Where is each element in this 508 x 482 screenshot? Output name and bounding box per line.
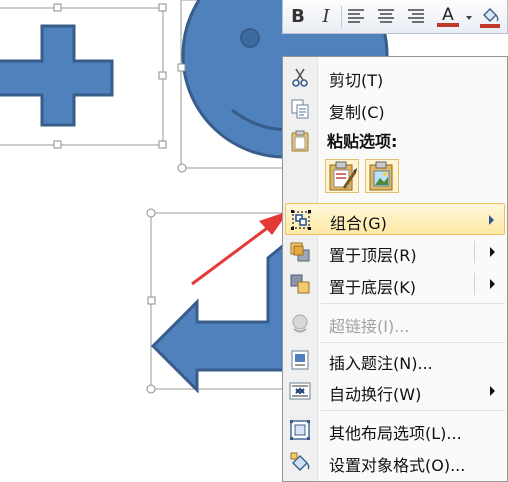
- paste-as-picture-button[interactable]: [365, 159, 399, 193]
- menu-item-cut[interactable]: 剪切(T): [285, 61, 505, 93]
- toolbar-separator: [341, 6, 342, 28]
- menu-item-copy[interactable]: 复制(C): [285, 93, 505, 125]
- align-right-icon[interactable]: [405, 5, 427, 29]
- menu-item-hyperlink-label: 超链接(I)...: [329, 317, 410, 336]
- menu-item-format-object[interactable]: 设置对象格式(O)...: [285, 446, 505, 478]
- menu-item-group-label: 组合(G): [330, 214, 387, 233]
- italic-button[interactable]: I: [315, 5, 337, 29]
- submenu-arrow-icon[interactable]: [490, 279, 495, 289]
- menu-item-more-layout-options[interactable]: 其他布局选项(L)...: [285, 414, 505, 446]
- menu-separator: [321, 303, 505, 304]
- fill-bucket-icon[interactable]: [479, 5, 501, 29]
- paste-options-header: 粘贴选项:: [327, 132, 398, 151]
- bold-button[interactable]: B: [287, 5, 309, 29]
- format-object-icon: [289, 451, 311, 473]
- cross-shape-selection[interactable]: [0, 3, 167, 149]
- menu-item-send-to-back[interactable]: 置于底层(K): [285, 268, 505, 300]
- submenu-arrow-icon: [489, 215, 494, 225]
- font-color-letter: A: [442, 5, 454, 25]
- submenu-arrow-icon: [490, 386, 495, 396]
- wrap-text-icon: [289, 380, 311, 402]
- copy-icon: [289, 98, 311, 120]
- scissors-icon: [289, 66, 311, 88]
- submenu-split-divider: [474, 273, 475, 295]
- align-left-icon[interactable]: [345, 5, 367, 29]
- submenu-arrow-icon[interactable]: [490, 247, 495, 257]
- menu-item-bring-to-front-label: 置于顶层(R): [329, 246, 417, 265]
- menu-item-cut-label: 剪切(T): [329, 71, 384, 90]
- submenu-split-divider: [474, 241, 475, 263]
- send-to-back-icon: [289, 273, 311, 295]
- paste-keep-formatting-button[interactable]: [325, 159, 359, 193]
- align-center-icon[interactable]: [375, 5, 397, 29]
- menu-separator: [321, 410, 505, 411]
- menu-item-group[interactable]: 组合(G): [285, 203, 505, 235]
- menu-item-insert-caption[interactable]: 插入题注(N)...: [285, 344, 505, 376]
- arrow-shape-selection[interactable]: [146, 208, 302, 394]
- menu-item-more-layout-options-label: 其他布局选项(L)...: [329, 424, 462, 443]
- font-color-icon[interactable]: A: [437, 5, 459, 29]
- menu-item-insert-caption-label: 插入题注(N)...: [329, 354, 433, 373]
- group-objects-icon: [290, 209, 312, 231]
- paste-options-icon: [289, 130, 311, 152]
- cross-shape[interactable]: [0, 24, 114, 127]
- menu-separator: [321, 342, 505, 343]
- bent-arrow-shape[interactable]: [150, 237, 300, 394]
- bring-to-front-icon: [289, 241, 311, 263]
- hyperlink-icon: [289, 312, 311, 334]
- menu-item-format-object-label: 设置对象格式(O)...: [329, 456, 466, 475]
- menu-item-send-to-back-label: 置于底层(K): [329, 278, 416, 297]
- insert-caption-icon: [289, 349, 311, 371]
- menu-item-wrap-text-label: 自动换行(W): [329, 385, 422, 404]
- layout-options-icon: [289, 419, 311, 441]
- mini-toolbar: B I A: [282, 0, 508, 34]
- context-menu: 剪切(T) 复制(C) 粘贴选项: 组合(G) 置于顶层(R) 置于底层(K) …: [282, 56, 508, 482]
- menu-item-wrap-text[interactable]: 自动换行(W): [285, 375, 505, 407]
- menu-item-copy-label: 复制(C): [329, 103, 385, 122]
- font-color-dropdown-icon[interactable]: [466, 16, 472, 20]
- menu-item-bring-to-front[interactable]: 置于顶层(R): [285, 236, 505, 268]
- menu-item-hyperlink: 超链接(I)...: [285, 307, 505, 339]
